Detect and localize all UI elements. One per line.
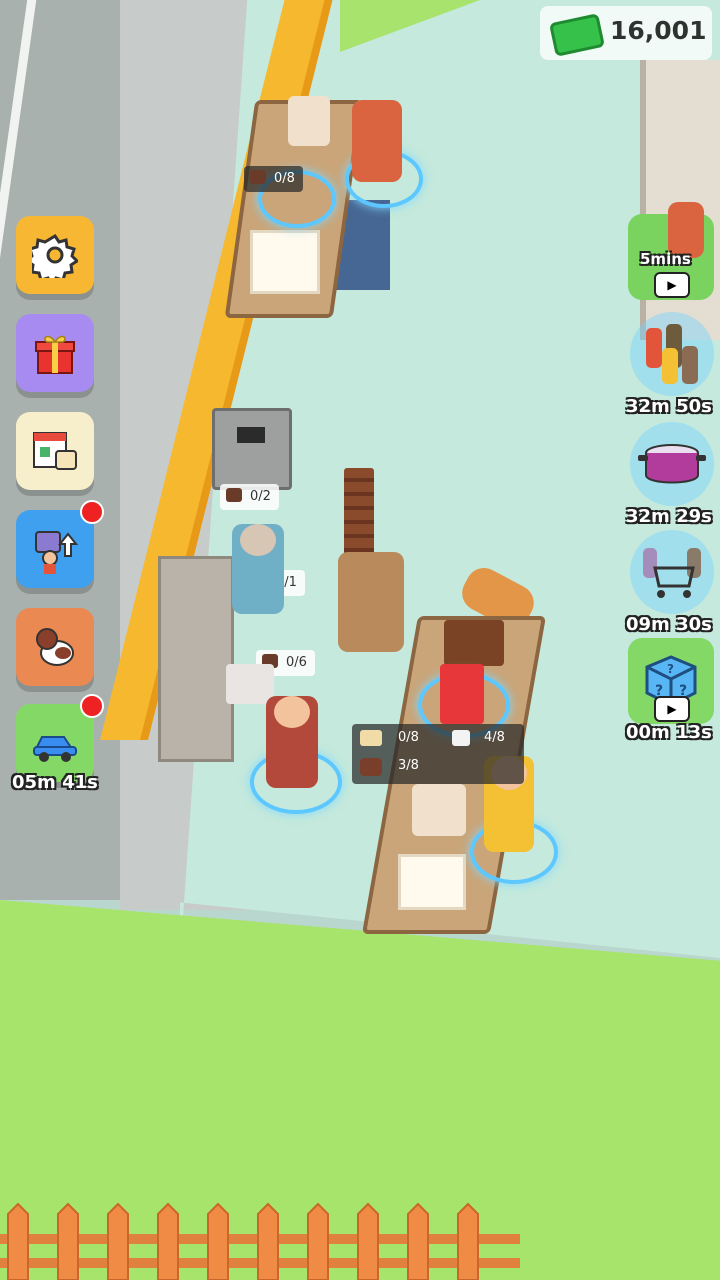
gear-icon bbox=[32, 233, 78, 278]
dog-icon bbox=[36, 628, 74, 666]
video-ad-icon: ▶ bbox=[654, 272, 690, 298]
notification-dot bbox=[80, 500, 104, 524]
customers-timer: 32m 50s bbox=[626, 396, 712, 417]
customers-group-icon bbox=[646, 324, 698, 384]
character-head bbox=[274, 696, 310, 728]
svg-text:?: ? bbox=[667, 662, 674, 676]
mystery-box-button[interactable]: ? ? ? ▶ bbox=[628, 638, 714, 724]
mystery-box-timer: 00m 13s bbox=[626, 722, 712, 743]
bread-icon bbox=[360, 730, 382, 746]
cup-icon bbox=[452, 730, 470, 746]
video-ad-icon: ▶ bbox=[654, 696, 690, 722]
chocolate-tray bbox=[444, 620, 504, 666]
character-head bbox=[240, 524, 276, 556]
gift-button[interactable] bbox=[16, 314, 94, 392]
shop-button[interactable] bbox=[16, 412, 94, 490]
red-machine[interactable] bbox=[440, 664, 484, 724]
top-counter-tray bbox=[250, 230, 320, 294]
cart-timer: 09m 30s bbox=[626, 614, 712, 635]
notification-dot bbox=[80, 694, 104, 718]
cooking-pot-icon bbox=[638, 444, 706, 484]
cash-display: 16,001 bbox=[540, 6, 712, 60]
settings-button[interactable] bbox=[16, 216, 94, 294]
ad-customer-button[interactable]: 5mins ▶ bbox=[628, 202, 714, 300]
staff-upgrade-icon bbox=[35, 531, 79, 574]
trash-bin[interactable] bbox=[212, 408, 292, 490]
car-icon bbox=[33, 736, 77, 762]
shopping-cart-button[interactable] bbox=[630, 530, 714, 614]
gift-icon bbox=[35, 335, 75, 374]
staff-upgrade-button[interactable] bbox=[16, 510, 94, 588]
cash-stack-icon bbox=[549, 13, 605, 57]
chocolate-icon bbox=[250, 170, 266, 184]
car-timer: 05m 41s bbox=[12, 772, 98, 793]
top-counter-progress: 0/8 bbox=[244, 166, 303, 192]
customer-character bbox=[232, 524, 284, 614]
cooking-pot-button[interactable] bbox=[630, 422, 714, 506]
car-button[interactable] bbox=[16, 704, 94, 782]
shop-icon bbox=[33, 432, 77, 470]
bin-slot bbox=[237, 427, 265, 443]
pot-timer: 32m 29s bbox=[626, 506, 712, 527]
storage-shelf[interactable] bbox=[158, 556, 234, 762]
dog-button[interactable] bbox=[16, 608, 94, 686]
worker-character bbox=[352, 100, 402, 182]
cash-amount: 16,001 bbox=[610, 16, 707, 45]
bottom-counter-tray bbox=[398, 854, 466, 910]
cake-icon bbox=[360, 758, 382, 776]
shopping-basket bbox=[226, 664, 274, 704]
recipe-panel: 0/8 4/8 3/8 bbox=[352, 724, 524, 784]
cups-stack bbox=[288, 96, 330, 146]
customers-boost-button[interactable] bbox=[630, 312, 714, 396]
wooden-fence bbox=[0, 1202, 520, 1280]
chocolate-icon bbox=[226, 488, 242, 502]
bin-progress: 0/2 bbox=[220, 484, 279, 510]
shopping-cart-icon bbox=[643, 548, 701, 598]
customer-character bbox=[266, 696, 318, 788]
player-character[interactable] bbox=[338, 552, 404, 652]
cups-stack bbox=[412, 784, 466, 836]
